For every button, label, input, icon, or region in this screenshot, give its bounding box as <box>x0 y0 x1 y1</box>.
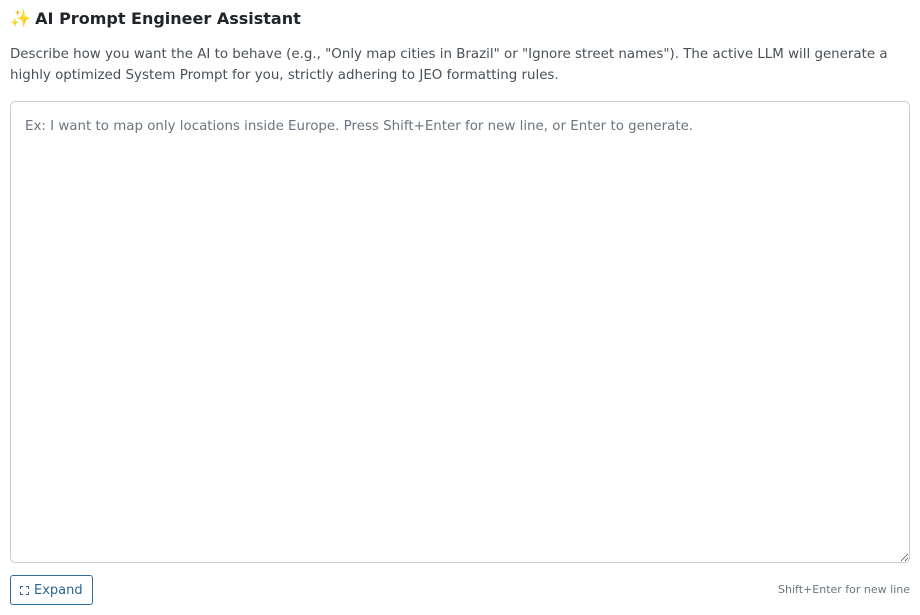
prompt-input[interactable] <box>10 101 910 563</box>
expand-button-label: Expand <box>34 582 83 598</box>
sparkles-icon: ✨ <box>10 9 32 29</box>
expand-icon <box>20 585 29 595</box>
expand-button[interactable]: Expand <box>10 575 93 605</box>
keyboard-hint: Shift+Enter for new line <box>778 583 910 596</box>
panel-title: ✨ AI Prompt Engineer Assistant <box>10 8 301 30</box>
panel-title-text: AI Prompt Engineer Assistant <box>35 9 301 28</box>
panel-description: Describe how you want the AI to behave (… <box>10 47 888 83</box>
